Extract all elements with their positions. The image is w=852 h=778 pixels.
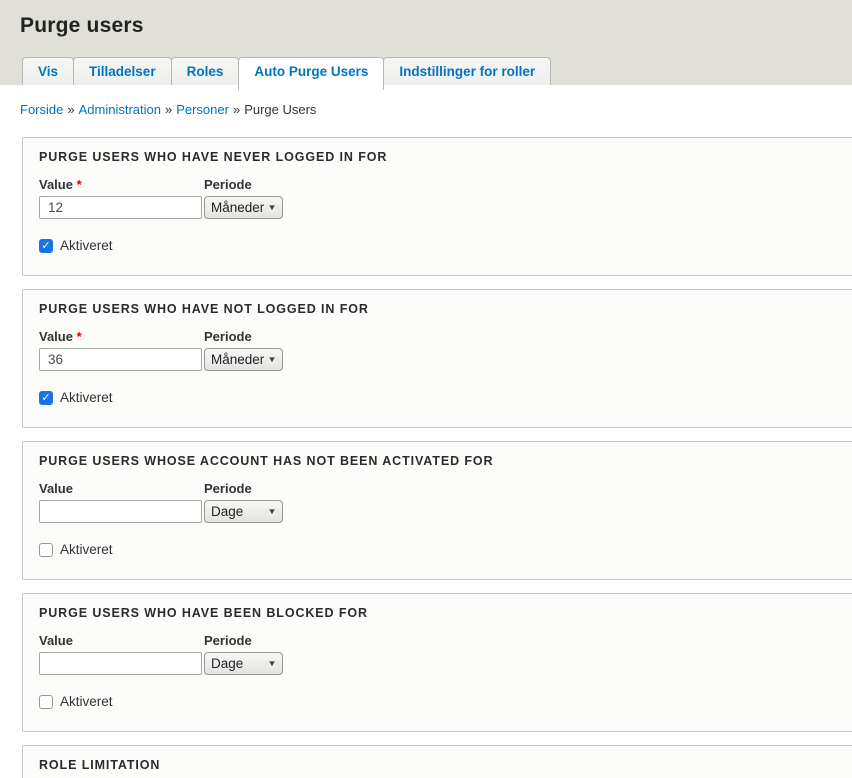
breadcrumb-link-personer[interactable]: Personer xyxy=(176,102,229,117)
fieldset-legend: PURGE USERS WHO HAVE NOT LOGGED IN FOR xyxy=(39,302,852,316)
fieldset-legend: ROLE LIMITATION xyxy=(39,758,852,772)
fieldset-legend: PURGE USERS WHO HAVE BEEN BLOCKED FOR xyxy=(39,606,852,620)
breadcrumb-separator: » xyxy=(229,102,244,117)
checkbox-label: Aktiveret xyxy=(60,694,113,709)
breadcrumb-link-administration[interactable]: Administration xyxy=(79,102,161,117)
breadcrumb: Forside»Administration»Personer»Purge Us… xyxy=(20,102,852,117)
tab-roles[interactable]: Roles xyxy=(171,57,240,85)
required-asterisk: * xyxy=(73,329,82,344)
tabs: VisTilladelserRolesAuto Purge UsersIndst… xyxy=(22,57,551,85)
breadcrumb-current: Purge Users xyxy=(244,102,316,117)
period-select[interactable]: Måneder ▼ xyxy=(204,348,283,371)
period-label: Periode xyxy=(204,633,283,648)
aktiveret-checkbox-checked[interactable]: ✓ xyxy=(39,391,53,405)
value-label: Value * xyxy=(39,633,202,648)
period-label: Periode xyxy=(204,177,283,192)
aktiveret-checkbox-checked[interactable]: ✓ xyxy=(39,239,53,253)
fieldset-role-limitation: ROLE LIMITATION xyxy=(22,745,852,778)
checkbox-label: Aktiveret xyxy=(60,542,113,557)
value-input[interactable] xyxy=(39,348,202,371)
fieldset-legend: PURGE USERS WHO HAVE NEVER LOGGED IN FOR xyxy=(39,150,852,164)
period-selected-value: Måneder xyxy=(211,352,264,367)
period-select[interactable]: Måneder ▼ xyxy=(204,196,283,219)
breadcrumb-separator: » xyxy=(161,102,176,117)
aktiveret-checkbox[interactable] xyxy=(39,543,53,557)
value-label: Value * xyxy=(39,329,202,344)
fieldset-purge-users-who-have-not-logged-in-for: PURGE USERS WHO HAVE NOT LOGGED IN FOR V… xyxy=(22,289,852,428)
required-asterisk: * xyxy=(73,177,82,192)
period-select[interactable]: Dage ▼ xyxy=(204,652,283,675)
fieldset-purge-users-who-have-been-blocked-for: PURGE USERS WHO HAVE BEEN BLOCKED FOR Va… xyxy=(22,593,852,732)
value-input[interactable] xyxy=(39,500,202,523)
chevron-down-icon: ▼ xyxy=(267,659,277,668)
checkbox-label: Aktiveret xyxy=(60,390,113,405)
breadcrumb-separator: » xyxy=(63,102,78,117)
value-label: Value * xyxy=(39,177,202,192)
period-selected-value: Måneder xyxy=(211,200,264,215)
value-input[interactable] xyxy=(39,196,202,219)
period-label: Periode xyxy=(204,329,283,344)
period-select[interactable]: Dage ▼ xyxy=(204,500,283,523)
tab-tilladelser[interactable]: Tilladelser xyxy=(73,57,172,85)
settings-form: PURGE USERS WHO HAVE NEVER LOGGED IN FOR… xyxy=(0,137,852,778)
period-selected-value: Dage xyxy=(211,504,243,519)
fieldset-purge-users-who-have-never-logged-in-for: PURGE USERS WHO HAVE NEVER LOGGED IN FOR… xyxy=(22,137,852,276)
period-selected-value: Dage xyxy=(211,656,243,671)
aktiveret-checkbox[interactable] xyxy=(39,695,53,709)
period-label: Periode xyxy=(204,481,283,496)
page-title: Purge users xyxy=(0,0,852,38)
tab-auto-purge-users[interactable]: Auto Purge Users xyxy=(238,57,384,90)
chevron-down-icon: ▼ xyxy=(267,355,277,364)
breadcrumb-link-forside[interactable]: Forside xyxy=(20,102,63,117)
chevron-down-icon: ▼ xyxy=(267,507,277,516)
tab-indstillinger-for-roller[interactable]: Indstillinger for roller xyxy=(383,57,551,85)
value-input[interactable] xyxy=(39,652,202,675)
value-label: Value * xyxy=(39,481,202,496)
tab-vis[interactable]: Vis xyxy=(22,57,74,85)
fieldset-legend: PURGE USERS WHOSE ACCOUNT HAS NOT BEEN A… xyxy=(39,454,852,468)
fieldset-purge-users-whose-account-has-not-been-activated-for: PURGE USERS WHOSE ACCOUNT HAS NOT BEEN A… xyxy=(22,441,852,580)
checkbox-label: Aktiveret xyxy=(60,238,113,253)
page-header: Purge users VisTilladelserRolesAuto Purg… xyxy=(0,0,852,85)
chevron-down-icon: ▼ xyxy=(267,203,277,212)
